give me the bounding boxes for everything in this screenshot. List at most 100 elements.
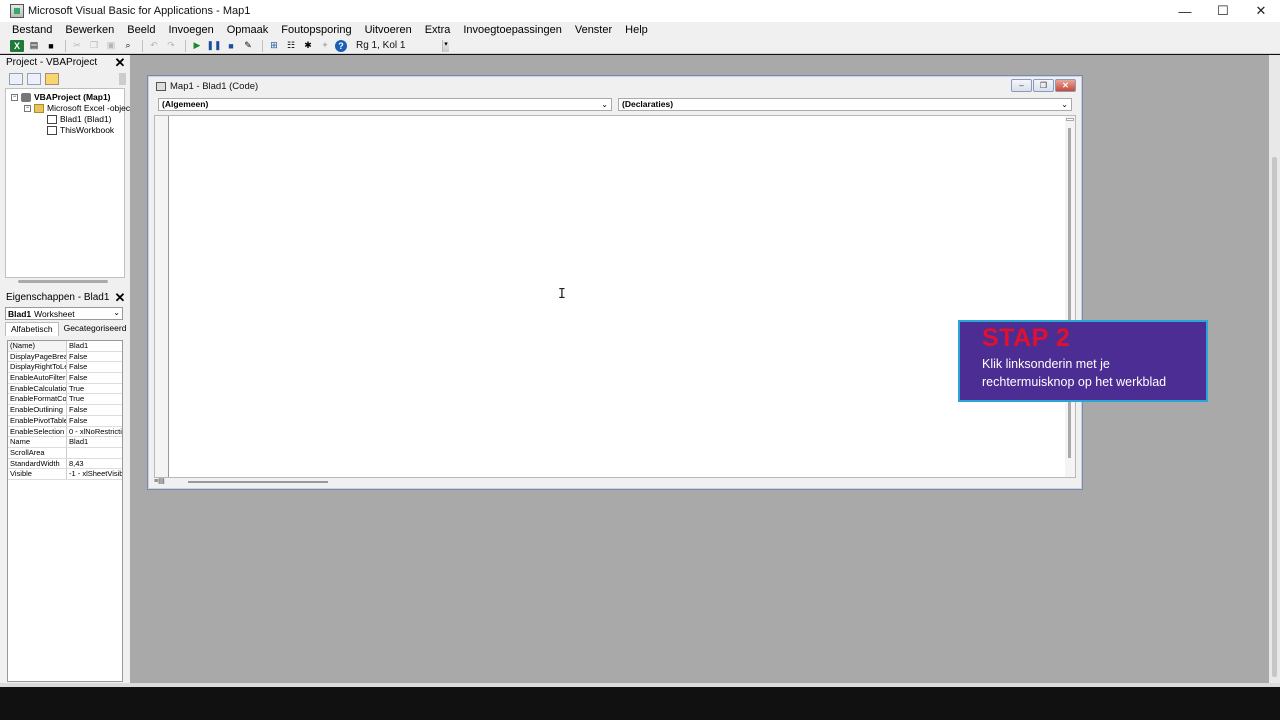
- property-row[interactable]: StandardWidth 8,43: [8, 458, 122, 470]
- workspace-scrollbar[interactable]: [1269, 55, 1280, 685]
- menu-bewerken[interactable]: Bewerken: [65, 24, 114, 36]
- property-row[interactable]: EnablePivotTable False: [8, 415, 122, 427]
- break-icon[interactable]: ❚❚: [206, 40, 221, 52]
- menu-venster[interactable]: Venster: [575, 24, 612, 36]
- project-tree-scrollbar[interactable]: [18, 280, 108, 283]
- collapse-icon[interactable]: −: [24, 104, 31, 112]
- menu-beeld[interactable]: Beeld: [127, 24, 155, 36]
- property-value[interactable]: True: [67, 394, 122, 404]
- menu-invoegtoepassingen[interactable]: Invoegtoepassingen: [463, 24, 561, 36]
- code-vertical-scrollbar[interactable]: [1065, 116, 1075, 477]
- tree-item-label: ThisWorkbook: [60, 125, 115, 135]
- menu-foutopsporing[interactable]: Foutopsporing: [281, 24, 351, 36]
- menu-uitvoeren[interactable]: Uitvoeren: [365, 24, 412, 36]
- property-value[interactable]: False: [67, 362, 122, 372]
- property-row[interactable]: Name Blad1: [8, 437, 122, 448]
- maximize-button[interactable]: ☐: [1204, 0, 1242, 22]
- view-code-icon[interactable]: [9, 73, 23, 85]
- property-value[interactable]: False: [67, 373, 122, 383]
- close-window-button[interactable]: ✕: [1242, 0, 1280, 22]
- property-row[interactable]: Visible -1 - xlSheetVisib: [8, 469, 122, 480]
- properties-window-icon[interactable]: ☷: [284, 40, 298, 52]
- object-browser-icon[interactable]: ✱: [301, 40, 315, 52]
- property-value[interactable]: False: [67, 416, 122, 426]
- menu-invoegen[interactable]: Invoegen: [168, 24, 213, 36]
- menu-extra[interactable]: Extra: [425, 24, 451, 36]
- property-value[interactable]: True: [67, 384, 122, 394]
- property-key: Name: [8, 437, 67, 447]
- sheet-icon: [47, 114, 57, 124]
- tree-item-thisworkbook[interactable]: ThisWorkbook: [47, 125, 114, 135]
- help-icon[interactable]: ?: [335, 39, 347, 52]
- project-explorer-icon[interactable]: ⊞: [267, 40, 281, 52]
- menu-opmaak[interactable]: Opmaak: [227, 24, 269, 36]
- close-project-panel-icon[interactable]: ✕: [114, 56, 126, 69]
- property-value[interactable]: 0 - xlNoRestricti: [67, 427, 122, 437]
- property-row[interactable]: DisplayPageBreak False: [8, 351, 122, 363]
- undo-icon[interactable]: ↶: [147, 40, 161, 52]
- tab-gecategoriseerd[interactable]: Gecategoriseerd: [59, 322, 132, 336]
- close-properties-panel-icon[interactable]: ✕: [114, 291, 126, 304]
- code-restore-button[interactable]: ❐: [1033, 79, 1054, 92]
- tree-item-vbaproject[interactable]: − VBAProject (Map1): [11, 92, 111, 102]
- menu-help[interactable]: Help: [625, 24, 648, 36]
- object-selector[interactable]: Blad1 Worksheet ⌄: [5, 307, 123, 320]
- step-title: STAP 2: [982, 324, 1071, 352]
- paste-icon[interactable]: ▣: [104, 40, 118, 52]
- code-hscroll-thumb[interactable]: [188, 481, 328, 483]
- run-icon[interactable]: ▶: [190, 40, 204, 52]
- panel-scroll-icon[interactable]: [119, 73, 126, 85]
- property-row[interactable]: EnableFormatCon True: [8, 394, 122, 406]
- toolbox-icon[interactable]: ✦: [318, 40, 332, 52]
- property-row[interactable]: EnableSelection 0 - xlNoRestricti: [8, 426, 122, 438]
- insert-module-icon[interactable]: ▤: [27, 40, 41, 52]
- properties-panel-title: Eigenschappen - Blad1: [6, 292, 110, 303]
- property-value[interactable]: -1 - xlSheetVisib: [67, 469, 122, 479]
- code-scroll-thumb[interactable]: [1068, 128, 1071, 458]
- property-row[interactable]: EnableAutoFilter False: [8, 373, 122, 384]
- object-combo[interactable]: (Algemeen) ⌄: [158, 98, 612, 111]
- tab-alfabetisch[interactable]: Alfabetisch: [5, 322, 59, 336]
- toolbar-separator: [185, 39, 186, 52]
- minimize-button[interactable]: —: [1166, 0, 1204, 22]
- property-value[interactable]: False: [67, 352, 122, 362]
- property-value[interactable]: Blad1: [67, 437, 122, 447]
- property-row[interactable]: DisplayRightToLef False: [8, 362, 122, 374]
- redo-icon[interactable]: ↷: [164, 40, 178, 52]
- tree-item-blad1[interactable]: Blad1 (Blad1): [47, 114, 112, 124]
- code-window-titlebar[interactable]: Map1 - Blad1 (Code) ‒ ❐ ✕: [148, 76, 1082, 96]
- window-title: Microsoft Visual Basic for Applications …: [28, 5, 251, 17]
- design-mode-icon[interactable]: ✎: [241, 40, 255, 52]
- collapse-icon[interactable]: −: [11, 93, 18, 101]
- margin-indicator-bar[interactable]: [155, 116, 169, 477]
- code-minimize-button[interactable]: ‒: [1011, 79, 1032, 92]
- property-value[interactable]: [67, 448, 122, 458]
- property-row[interactable]: EnableCalculation True: [8, 383, 122, 395]
- save-icon[interactable]: ■: [44, 40, 58, 52]
- find-icon[interactable]: ⌕: [121, 40, 135, 52]
- reset-icon[interactable]: ■: [224, 40, 238, 52]
- project-panel-title: Project - VBAProject: [6, 57, 98, 68]
- tree-item-excel-objects[interactable]: − Microsoft Excel -objecte: [24, 103, 137, 113]
- code-editor[interactable]: [154, 115, 1076, 478]
- cut-icon[interactable]: ✂: [70, 40, 84, 52]
- code-close-button[interactable]: ✕: [1055, 79, 1076, 92]
- property-value[interactable]: Blad1: [67, 341, 122, 351]
- menu-bestand[interactable]: Bestand: [12, 24, 52, 36]
- project-panel-tools: [0, 70, 130, 88]
- split-bar-icon[interactable]: [1066, 118, 1074, 121]
- toolbar-overflow-icon[interactable]: ▾: [442, 40, 449, 52]
- view-excel-icon[interactable]: X: [10, 39, 24, 52]
- property-row[interactable]: (Name) Blad1: [8, 341, 122, 352]
- property-value[interactable]: False: [67, 405, 122, 415]
- view-object-icon[interactable]: [27, 73, 41, 85]
- property-row[interactable]: ScrollArea: [8, 447, 122, 459]
- procedure-combo[interactable]: (Declaraties) ⌄: [618, 98, 1072, 111]
- property-key: EnablePivotTable: [10, 415, 67, 426]
- workspace-scroll-thumb[interactable]: [1272, 157, 1277, 677]
- view-mode-icon[interactable]: ≡▤: [154, 478, 174, 486]
- property-row[interactable]: EnableOutlining False: [8, 405, 122, 416]
- copy-icon[interactable]: ❐: [87, 40, 101, 52]
- property-value[interactable]: 8,43: [67, 459, 122, 469]
- toggle-folders-icon[interactable]: [45, 73, 59, 85]
